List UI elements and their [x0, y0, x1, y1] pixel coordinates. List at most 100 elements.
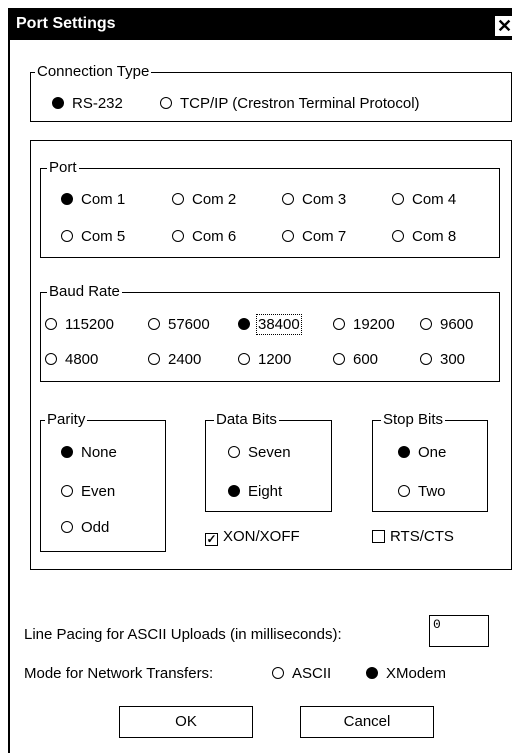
xon-xoff-checkbox[interactable]: ✓ XON/XOFF — [205, 528, 300, 546]
baud-9600-radio[interactable]: 9600 — [420, 316, 473, 334]
baud-option-label: 38400 — [256, 314, 302, 335]
radio-unselected-icon[interactable] — [172, 230, 184, 242]
stop-bits-one-radio[interactable]: One — [398, 444, 446, 462]
baud-19200-radio[interactable]: 19200 — [333, 316, 395, 334]
radio-selected-icon[interactable] — [366, 667, 378, 679]
rts-cts-checkbox[interactable]: RTS/CTS — [372, 528, 454, 546]
connection-tcpip-radio[interactable]: TCP/IP (Crestron Terminal Protocol) — [160, 95, 420, 113]
radio-selected-icon[interactable] — [228, 485, 240, 497]
port-option-label: Com 7 — [302, 228, 347, 245]
radio-unselected-icon[interactable] — [333, 353, 345, 365]
radio-unselected-icon[interactable] — [238, 353, 250, 365]
parity-option-label: Odd — [81, 519, 110, 536]
radio-unselected-icon[interactable] — [282, 193, 294, 205]
port-com5-radio[interactable]: Com 5 — [61, 228, 125, 246]
connection-rs232-label: RS-232 — [72, 95, 123, 112]
radio-unselected-icon[interactable] — [392, 193, 404, 205]
radio-selected-icon[interactable] — [52, 97, 64, 109]
port-option-label: Com 2 — [192, 191, 237, 208]
radio-unselected-icon[interactable] — [172, 193, 184, 205]
check-icon[interactable]: ✓ — [205, 533, 218, 546]
data-bits-eight-radio[interactable]: Eight — [228, 483, 282, 501]
connection-tcpip-label: TCP/IP (Crestron Terminal Protocol) — [180, 95, 420, 112]
connection-type-legend: Connection Type — [35, 63, 152, 81]
radio-unselected-icon[interactable] — [228, 446, 240, 458]
port-com4-radio[interactable]: Com 4 — [392, 191, 456, 209]
port-com2-radio[interactable]: Com 2 — [172, 191, 236, 209]
radio-unselected-icon[interactable] — [61, 485, 73, 497]
port-option-label: Com 3 — [302, 191, 347, 208]
baud-option-label: 57600 — [168, 316, 210, 333]
baud-600-radio[interactable]: 600 — [333, 351, 378, 369]
radio-unselected-icon[interactable] — [333, 318, 345, 330]
ok-button[interactable]: OK — [119, 706, 253, 738]
radio-unselected-icon[interactable] — [392, 230, 404, 242]
parity-even-radio[interactable]: Even — [61, 483, 115, 501]
cancel-button[interactable]: Cancel — [300, 706, 434, 738]
baud-option-label: 4800 — [65, 351, 99, 368]
stop-bits-option-label: Two — [418, 483, 446, 500]
stop-bits-legend: Stop Bits — [381, 411, 446, 429]
baud-300-radio[interactable]: 300 — [420, 351, 465, 369]
network-ascii-label: ASCII — [292, 665, 332, 682]
baud-option-label: 600 — [353, 351, 379, 368]
network-mode-label: Mode for Network Transfers: — [24, 665, 214, 682]
stop-bits-option-label: One — [418, 444, 447, 461]
xon-xoff-label: XON/XOFF — [223, 528, 300, 545]
radio-unselected-icon[interactable] — [61, 521, 73, 533]
baud-rate-legend: Baud Rate — [47, 283, 122, 301]
radio-unselected-icon[interactable] — [148, 318, 160, 330]
close-button[interactable]: ✕ — [494, 16, 512, 36]
data-bits-seven-radio[interactable]: Seven — [228, 444, 291, 462]
baud-option-label: 9600 — [440, 316, 474, 333]
port-com7-radio[interactable]: Com 7 — [282, 228, 346, 246]
port-option-label: Com 6 — [192, 228, 237, 245]
radio-unselected-icon[interactable] — [45, 318, 57, 330]
rts-cts-label: RTS/CTS — [390, 528, 454, 545]
connection-rs232-radio[interactable]: RS-232 — [52, 95, 123, 113]
checkbox-empty-icon[interactable] — [372, 530, 385, 543]
port-com6-radio[interactable]: Com 6 — [172, 228, 236, 246]
baud-2400-radio[interactable]: 2400 — [148, 351, 201, 369]
radio-unselected-icon[interactable] — [420, 353, 432, 365]
port-com1-radio[interactable]: Com 1 — [61, 191, 125, 209]
baud-115200-radio[interactable]: 115200 — [45, 316, 114, 334]
parity-option-label: None — [81, 444, 117, 461]
radio-selected-icon[interactable] — [61, 446, 73, 458]
data-bits-legend: Data Bits — [214, 411, 279, 429]
network-xmodem-radio[interactable]: XModem — [366, 665, 446, 683]
dialog-title: Port Settings — [16, 15, 116, 32]
close-icon[interactable]: ✕ — [497, 16, 512, 36]
radio-unselected-icon[interactable] — [61, 230, 73, 242]
baud-option-label: 1200 — [258, 351, 292, 368]
radio-unselected-icon[interactable] — [282, 230, 294, 242]
baud-1200-radio[interactable]: 1200 — [238, 351, 291, 369]
baud-38400-radio[interactable]: 38400 — [238, 314, 302, 335]
port-option-label: Com 1 — [81, 191, 126, 208]
port-com8-radio[interactable]: Com 8 — [392, 228, 456, 246]
radio-unselected-icon[interactable] — [45, 353, 57, 365]
parity-odd-radio[interactable]: Odd — [61, 519, 109, 537]
line-pacing-input[interactable]: 0 — [429, 615, 489, 647]
baud-option-label: 300 — [440, 351, 466, 368]
baud-4800-radio[interactable]: 4800 — [45, 351, 98, 369]
radio-selected-icon[interactable] — [238, 318, 250, 330]
port-com3-radio[interactable]: Com 3 — [282, 191, 346, 209]
parity-none-radio[interactable]: None — [61, 444, 117, 462]
radio-unselected-icon[interactable] — [160, 97, 172, 109]
port-option-label: Com 4 — [412, 191, 457, 208]
title-bar: Port Settings ✕ — [10, 10, 512, 40]
line-pacing-label: Line Pacing for ASCII Uploads (in millis… — [24, 626, 342, 643]
parity-legend: Parity — [45, 411, 88, 429]
radio-unselected-icon[interactable] — [398, 485, 410, 497]
radio-unselected-icon[interactable] — [420, 318, 432, 330]
baud-57600-radio[interactable]: 57600 — [148, 316, 210, 334]
stop-bits-two-radio[interactable]: Two — [398, 483, 446, 501]
radio-selected-icon[interactable] — [61, 193, 73, 205]
radio-selected-icon[interactable] — [398, 446, 410, 458]
port-option-label: Com 8 — [412, 228, 457, 245]
radio-unselected-icon[interactable] — [148, 353, 160, 365]
radio-unselected-icon[interactable] — [272, 667, 284, 679]
baud-option-label: 115200 — [65, 316, 114, 333]
network-ascii-radio[interactable]: ASCII — [272, 665, 331, 683]
